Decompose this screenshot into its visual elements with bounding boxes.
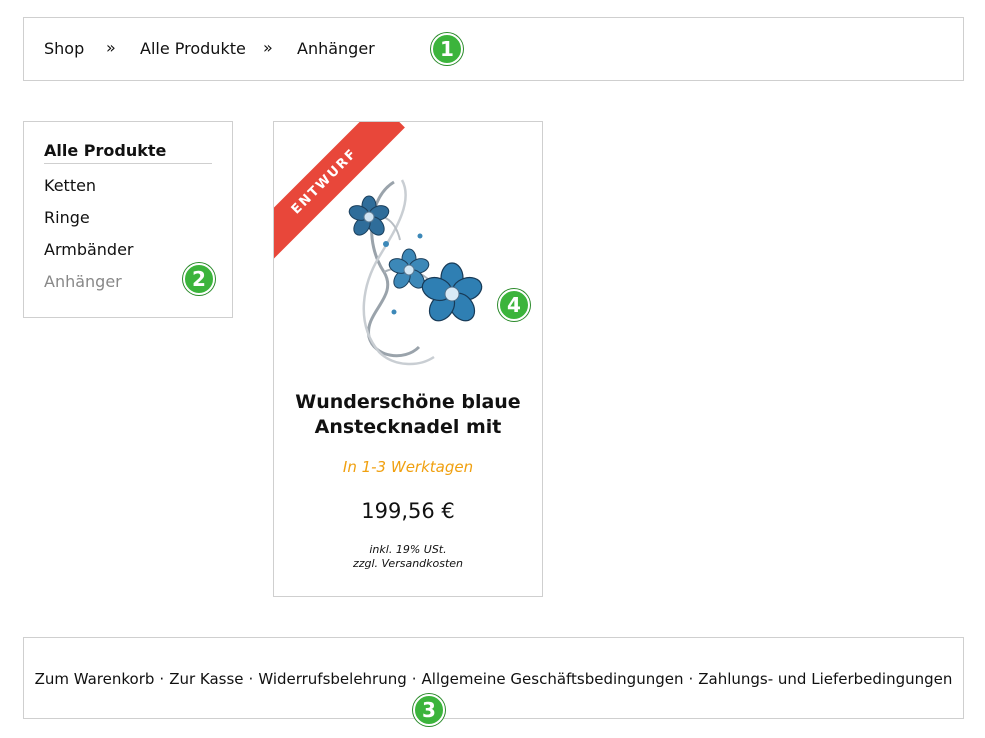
sidebar-divider — [44, 163, 212, 164]
footer-link-terms[interactable]: Allgemeine Geschäftsbedingungen — [422, 670, 684, 688]
breadcrumb-separator: » — [106, 38, 116, 57]
marker-4: 4 — [498, 289, 530, 321]
breadcrumb: Shop » Alle Produkte » Anhänger — [23, 17, 964, 81]
breadcrumb-all-products-link[interactable]: Alle Produkte — [140, 39, 246, 58]
footer-separator: · — [411, 670, 417, 688]
breadcrumb-shop-link[interactable]: Shop — [44, 39, 84, 58]
footer-separator: · — [688, 670, 694, 688]
marker-2: 2 — [183, 263, 215, 295]
product-price: 199,56 € — [361, 499, 455, 523]
footer-link-checkout[interactable]: Zur Kasse — [169, 670, 243, 688]
footer-links: Zum Warenkorb · Zur Kasse · Widerrufsbelehru… — [24, 670, 963, 688]
delivery-time: In 1-3 Werktagen — [342, 458, 474, 476]
footer-separator: · — [159, 670, 165, 688]
footer-separator: · — [248, 670, 254, 688]
sidebar-item-ringe[interactable]: Ringe — [44, 208, 90, 227]
tax-line-vat: inkl. 19% USt. — [369, 543, 447, 556]
footer-link-payment-delivery[interactable]: Zahlungs- und Lieferbedingungen — [698, 670, 952, 688]
tax-line-shipping: zzgl. Versandkosten — [352, 557, 464, 570]
marker-3: 3 — [413, 694, 445, 726]
footer: Zum Warenkorb · Zur Kasse · Widerrufsbelehru… — [23, 637, 964, 719]
footer-link-cart[interactable]: Zum Warenkorb — [35, 670, 155, 688]
marker-1: 1 — [431, 33, 463, 65]
product-card[interactable]: ENTWURF Wunderschöne blaue Anstecknadel … — [273, 121, 543, 597]
sidebar-item-armbaender[interactable]: Armbänder — [44, 240, 134, 259]
breadcrumb-separator: » — [263, 38, 273, 57]
product-title[interactable]: Wunderschöne blaue Anstecknadel mit — [274, 390, 542, 440]
product-title-line-2: Anstecknadel mit — [314, 416, 502, 438]
tax-info: inkl. 19% USt. zzgl. Versandkosten — [274, 543, 542, 571]
sidebar-item-anhaenger[interactable]: Anhänger — [44, 272, 122, 291]
blue-flower-brooch-image[interactable] — [324, 162, 494, 377]
sidebar-item-ketten[interactable]: Ketten — [44, 176, 96, 195]
breadcrumb-current: Anhänger — [297, 39, 375, 58]
footer-link-withdrawal[interactable]: Widerrufsbelehrung — [258, 670, 406, 688]
product-title-line-1: Wunderschöne blaue — [295, 391, 521, 413]
sidebar-title[interactable]: Alle Produkte — [44, 141, 166, 160]
